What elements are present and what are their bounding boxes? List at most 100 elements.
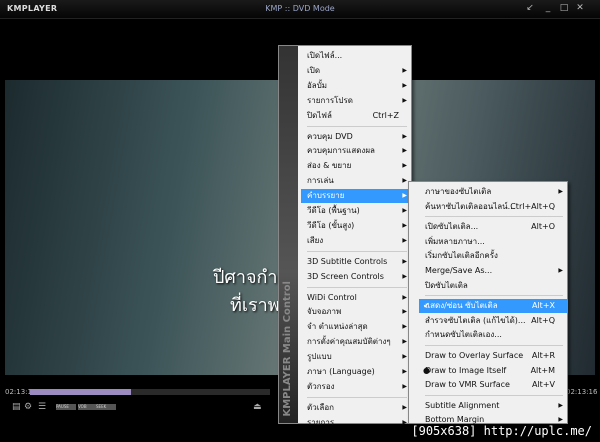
menu-item[interactable]: เสียง ▶	[301, 234, 411, 248]
menu-item[interactable]: รายการ ▶	[301, 416, 411, 430]
menu-item[interactable]: ภาษาของซับไตเติล ▶	[419, 185, 567, 199]
submenu-arrow-icon: ▶	[402, 147, 407, 155]
menu-item[interactable]: ปิดซับไตเติล	[419, 279, 567, 293]
subtitle-line-1: ปีศาจกำ	[213, 267, 278, 288]
submenu-arrow-icon: ▶	[402, 308, 407, 316]
seek-bar[interactable]	[30, 389, 270, 395]
title-bar[interactable]: KMPLAYER KMP :: DVD Mode ↙ _ □ ✕	[0, 0, 600, 19]
menu-item[interactable]: ค้นหาซับไตเติลออนไลน์... Ctrl+Alt+Q	[419, 200, 567, 214]
menu-item[interactable]: สำรวจซับไตเติล (แก้ไขได้)... Alt+Q	[419, 314, 567, 328]
menu-item-label: ภาษาของซับไตเติล	[425, 187, 492, 196]
menu-item-label: ปิดไฟล์	[307, 110, 332, 120]
menu-item-label: เปิดไฟล์...	[307, 51, 343, 60]
menu-item[interactable]: เปิด ▶	[301, 64, 411, 78]
minimize-button[interactable]: _	[542, 3, 554, 13]
menu-item[interactable]: Subtitle Alignment ▶	[419, 399, 567, 413]
menu-item[interactable]: คำบรรยาย ▶	[301, 189, 411, 204]
menu-item-label: กำหนดซับไตเติลเอง...	[425, 330, 502, 340]
menu-item-label: ภาษา (Language)	[307, 367, 375, 376]
pause-tag: PAUSE	[56, 404, 76, 410]
maximize-button[interactable]: □	[558, 3, 570, 13]
menu-item[interactable]: ● Draw to Image Itself Alt+M	[419, 364, 567, 378]
menu-item-label: เสียง	[307, 235, 324, 245]
menu-item[interactable]: ปิดไฟล์ Ctrl+Z	[301, 109, 411, 123]
radio-dot-icon: ●	[423, 365, 430, 375]
menu-item[interactable]: WiDi Control ▶	[301, 291, 411, 305]
submenu-arrow-icon: ▶	[402, 66, 407, 74]
menu-item-label: ปิดซับไตเติล	[425, 280, 468, 290]
menu-item-label: ควบคุม DVD	[307, 131, 353, 141]
menu-item[interactable]: Draw to Overlay Surface Alt+R	[419, 349, 567, 363]
menu-item[interactable]: วีดีโอ (ขั้นสูง) ▶	[301, 219, 411, 233]
menu-item-label: วีดีโอ (พื้นฐาน)	[307, 206, 360, 215]
window-title: KMP :: DVD Mode	[265, 4, 335, 13]
menu-item[interactable]: ภาษา (Language) ▶	[301, 365, 411, 379]
menu-item[interactable]: การเล่น ▶	[301, 174, 411, 188]
submenu-arrow-icon: ▶	[558, 267, 563, 274]
menu-item-label: เปิด	[307, 65, 321, 75]
menu-item[interactable]: เริ่มกซับไตเติลอีกครั้ง	[419, 249, 567, 263]
subtitle-submenu: ภาษาของซับไตเติล ▶ ค้นหาซับไตเติลออนไลน์..…	[408, 181, 568, 424]
total-time: 02:13:16	[566, 388, 598, 396]
menu-item-label: รายการ	[307, 417, 335, 427]
menu-item-shortcut: Alt+V	[531, 380, 555, 390]
menu-item-label: จับจอภาพ	[307, 307, 342, 317]
menu-item[interactable]: อัลบั้ม ▶	[301, 79, 411, 93]
menu-separator	[307, 396, 407, 398]
menu-item-label: รูปแบบ	[307, 352, 332, 362]
menu-item[interactable]: 3D Screen Controls ▶	[301, 270, 411, 284]
submenu-arrow-icon: ▶	[402, 403, 407, 411]
gear-icon[interactable]: ⚙	[24, 402, 32, 412]
menu-item[interactable]: 3D Subtitle Controls ▶	[301, 255, 411, 269]
menu-item[interactable]: กำหนดซับไตเติลเอง...	[419, 328, 567, 342]
menu-item[interactable]: ควบคุมการแสดงผล ▶	[301, 144, 411, 158]
menu-separator	[307, 125, 407, 127]
submenu-arrow-icon: ▶	[402, 96, 407, 104]
menu-item[interactable]: ควบคุม DVD ▶	[301, 130, 411, 144]
menu-item[interactable]: จำ ตำแหน่งล่าสุด ▶	[301, 320, 411, 334]
menu-item[interactable]: Draw to VMR Surface Alt+V	[419, 378, 567, 392]
menu-item-label: 3D Subtitle Controls	[307, 256, 388, 266]
seek-progress	[30, 389, 131, 395]
submenu-arrow-icon: ▶	[402, 368, 407, 375]
strip-label: KMPLAYER Main Control	[282, 281, 293, 417]
menu-item-shortcut: Ctrl+Alt+Q	[510, 201, 555, 211]
playlist-icon[interactable]: ▤	[12, 402, 21, 412]
menu-item-label: เพิ่มหลายภาษา...	[425, 236, 485, 246]
submenu-arrow-icon: ▶	[402, 236, 407, 244]
submenu-arrow-icon: ▶	[402, 207, 407, 214]
submenu-arrow-icon: ▶	[402, 323, 407, 331]
menu-item[interactable]: ส่อง & ขยาย ▶	[301, 159, 411, 173]
menu-item[interactable]: รูปแบบ ▶	[301, 350, 411, 364]
menu-item[interactable]: Merge/Save As... ▶	[419, 264, 567, 278]
watermark: [905x638] http://uplc.me/	[411, 424, 592, 438]
menu-item[interactable]: ✔ แสดง/ซ่อน ซับไตเติล Alt+X	[419, 299, 567, 314]
menu-item-label: การเล่น	[307, 176, 334, 186]
menu-item[interactable]: รายการโปรด ▶	[301, 94, 411, 108]
menu-item[interactable]: วีดีโอ (พื้นฐาน) ▶	[301, 204, 411, 218]
menu-separator	[425, 295, 563, 297]
menu-item[interactable]: ตัวกรอง ▶	[301, 380, 411, 394]
menu-item-shortcut: Alt+M	[530, 365, 555, 375]
eject-icon[interactable]: ⏏	[253, 402, 262, 412]
menu-item[interactable]: ตัวเลือก ▶	[301, 401, 411, 415]
menu-item[interactable]: เพิ่มหลายภาษา...	[419, 235, 567, 249]
menu-item-shortcut: Alt+O	[531, 222, 555, 232]
close-button[interactable]: ✕	[574, 3, 586, 13]
menu-item[interactable]: การตั้งค่าคุณสมบัติต่างๆ ▶	[301, 335, 411, 349]
menu-item-label: จำ ตำแหน่งล่าสุด	[307, 322, 368, 332]
menu-item[interactable]: เปิดซับไตเติล... Alt+O	[419, 220, 567, 234]
menu-list-icon[interactable]: ☰	[38, 402, 46, 412]
submenu-arrow-icon: ▶	[402, 338, 407, 346]
submenu-arrow-icon: ▶	[402, 162, 407, 170]
menu-item-label: เริ่มกซับไตเติลอีกครั้ง	[425, 251, 498, 261]
menu-strip: KMPLAYER Main Control	[279, 46, 298, 423]
menu-item[interactable]: จับจอภาพ ▶	[301, 305, 411, 319]
vob-tag: VOB	[78, 404, 98, 410]
menu-item-label: แสดง/ซ่อน ซับไตเติล	[425, 301, 498, 311]
menu-item-label: ตัวกรอง	[307, 381, 335, 391]
menu-item-shortcut: Alt+X	[531, 301, 555, 311]
restore-icon[interactable]: ↙	[524, 3, 536, 13]
menu-item[interactable]: เปิดไฟล์...	[301, 49, 411, 63]
menu-item-label: Merge/Save As...	[425, 266, 493, 275]
